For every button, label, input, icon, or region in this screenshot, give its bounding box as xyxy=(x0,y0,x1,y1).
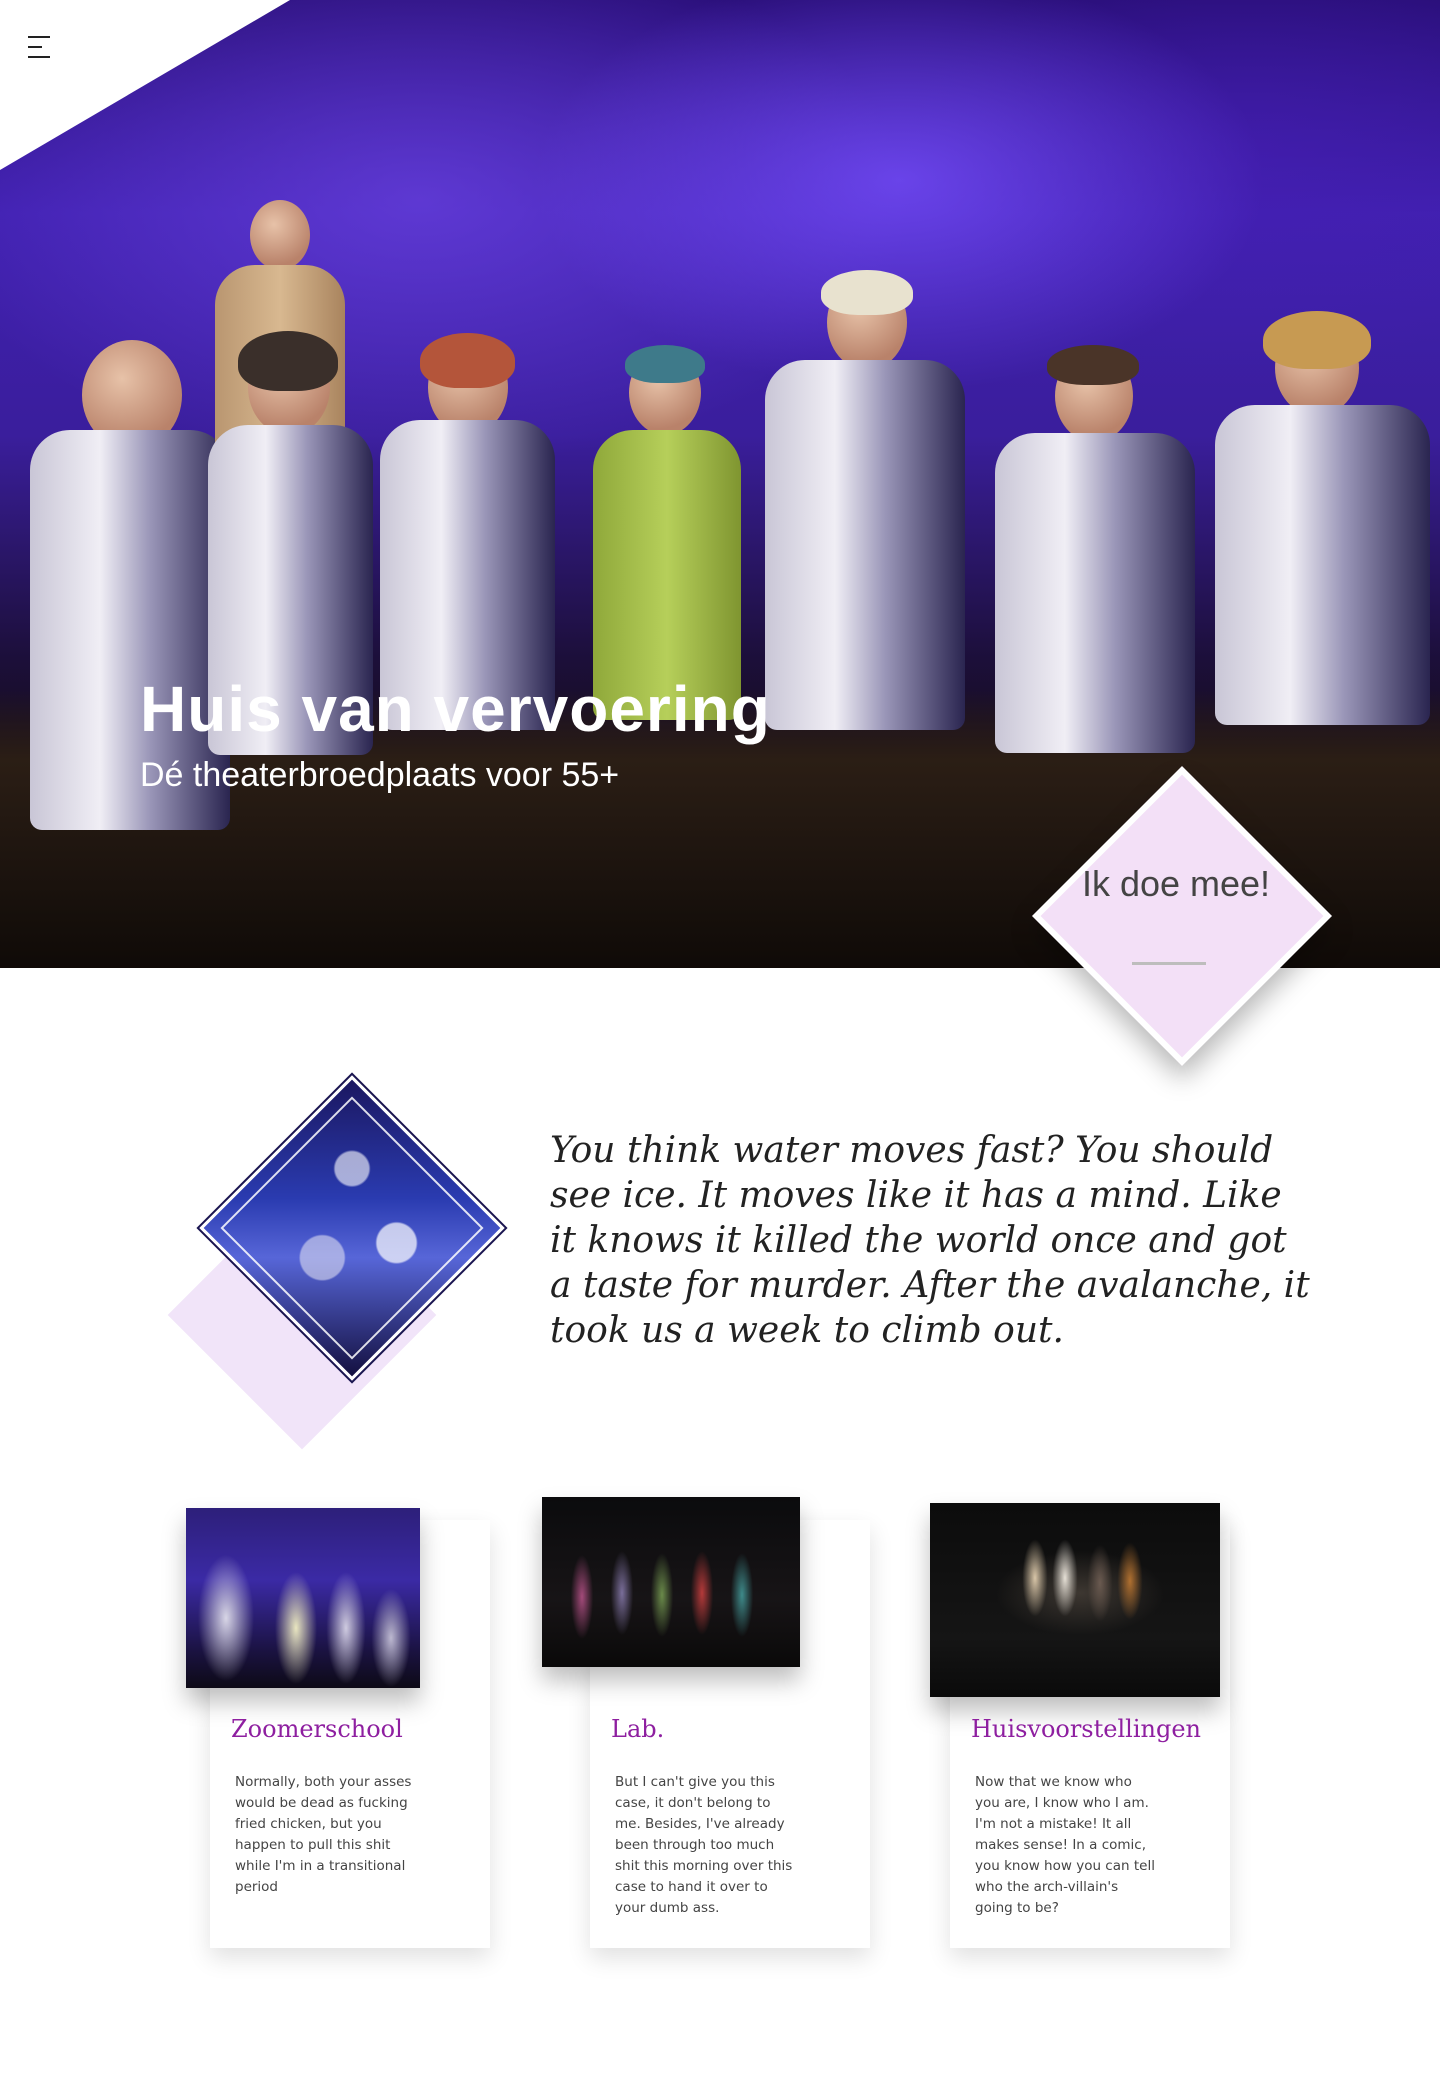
zoomerschool-photo[interactable] xyxy=(186,1508,420,1688)
hamburger-menu-icon[interactable] xyxy=(28,36,54,60)
performer-figure xyxy=(985,345,1205,765)
intro-quote: You think water moves fast? You should s… xyxy=(550,1130,1310,1351)
card-title-zoomerschool[interactable]: Zoomerschool xyxy=(231,1715,403,1743)
card-text-huisvoorstellingen: Now that we know who you are, I know who… xyxy=(975,1774,1155,1916)
card-text-lab: But I can't give you this case, it don't… xyxy=(615,1774,793,1916)
hero-title: Huis van vervoering xyxy=(140,673,771,745)
huisvoorstellingen-photo[interactable] xyxy=(930,1503,1220,1697)
join-cta-button[interactable]: Ik doe mee! xyxy=(1032,766,1332,1066)
hero-subtitle: Dé theaterbroedplaats voor 55+ xyxy=(140,756,620,794)
cta-diamond-shape xyxy=(1032,766,1332,1066)
cta-label: Ik doe mee! xyxy=(1081,863,1271,904)
performer-figure xyxy=(585,345,745,725)
cta-underline xyxy=(1132,962,1206,965)
lab-photo[interactable] xyxy=(542,1497,800,1667)
performer-figure xyxy=(755,270,975,740)
performer-figure xyxy=(1205,311,1435,735)
card-title-huisvoorstellingen[interactable]: Huisvoorstellingen xyxy=(971,1715,1201,1743)
card-text-zoomerschool: Normally, both your asses would be dead … xyxy=(235,1774,412,1895)
card-title-lab[interactable]: Lab. xyxy=(611,1715,664,1743)
